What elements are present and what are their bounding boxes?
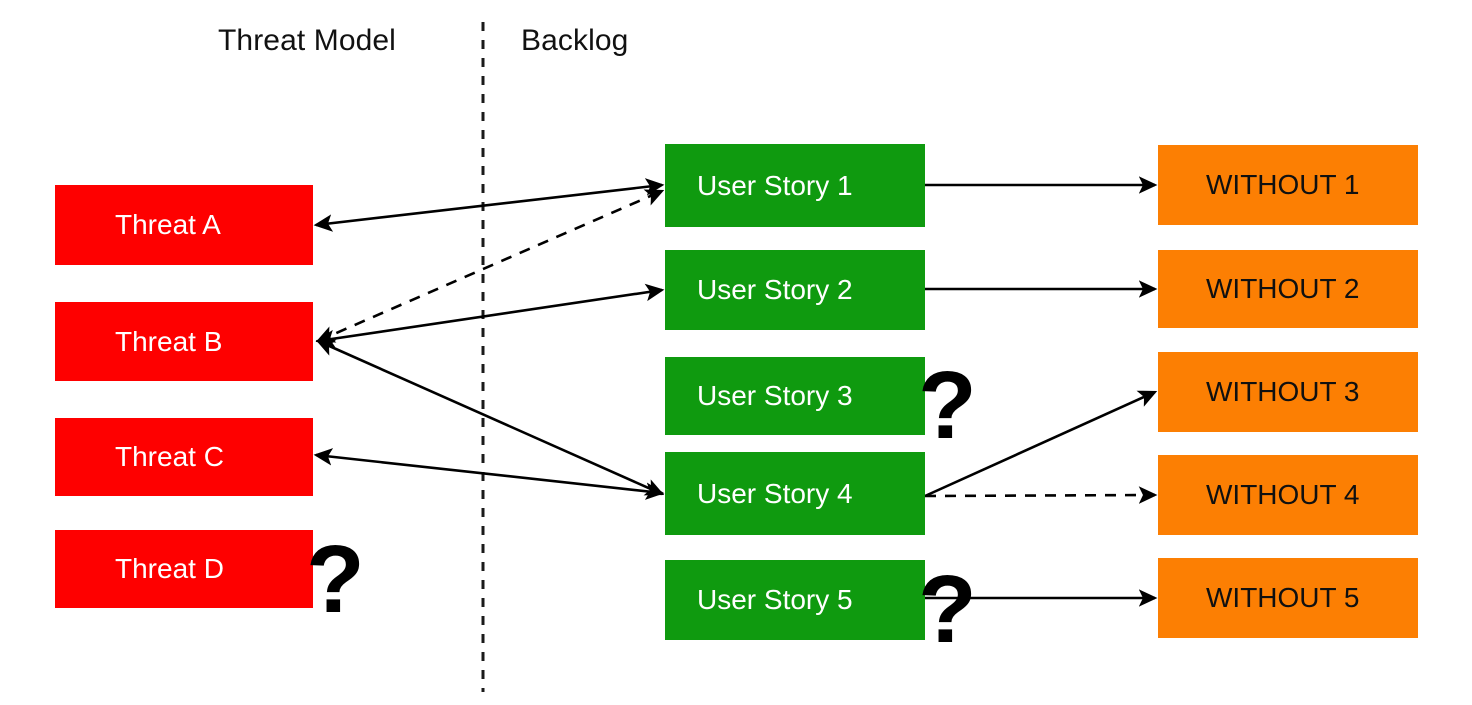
node-without-4-label: WITHOUT 4	[1206, 479, 1360, 510]
node-user-story-4[interactable]: User Story 4	[665, 452, 925, 535]
node-without-3-label: WITHOUT 3	[1206, 376, 1360, 407]
node-threat-d-label: Threat D	[115, 553, 224, 584]
node-without-2-label: WITHOUT 2	[1206, 273, 1360, 304]
node-threat-a-label: Threat A	[115, 209, 221, 240]
question-mark-icon-threat-d: ?	[306, 526, 365, 633]
node-user-story-5-label: User Story 5	[697, 584, 853, 615]
node-threat-c-label: Threat C	[115, 441, 224, 472]
node-without-5-label: WITHOUT 5	[1206, 582, 1360, 613]
edge-threat-b-user-story-1	[315, 189, 665, 343]
node-threat-d[interactable]: Threat D	[55, 530, 313, 608]
node-without-1-label: WITHOUT 1	[1206, 169, 1360, 200]
node-without-3[interactable]: WITHOUT 3	[1158, 352, 1418, 432]
edge-user-story-4-without-4	[924, 486, 1158, 504]
node-without-1[interactable]: WITHOUT 1	[1158, 145, 1418, 225]
node-user-story-3-label: User Story 3	[697, 380, 853, 411]
node-user-story-3[interactable]: User Story 3	[665, 357, 925, 435]
node-user-story-5[interactable]: User Story 5	[665, 560, 925, 640]
node-user-story-2-label: User Story 2	[697, 274, 853, 305]
edge-threat-a-user-story-1	[313, 178, 665, 232]
node-user-story-1-label: User Story 1	[697, 169, 853, 201]
edge-threat-b-user-story-4	[315, 339, 665, 496]
node-threat-b[interactable]: Threat B	[55, 302, 313, 381]
question-mark-icon-user-story-5: ?	[918, 556, 977, 663]
diagram-canvas: Threat Model Backlog Threat A Threat B T…	[0, 0, 1472, 705]
node-user-story-2[interactable]: User Story 2	[665, 250, 925, 330]
node-threat-b-label: Threat B	[115, 325, 223, 357]
node-threat-c[interactable]: Threat C	[55, 418, 313, 496]
edge-threat-c-user-story-4	[313, 448, 665, 500]
question-mark-icon-user-story-3: ?	[918, 352, 977, 459]
column-header-threat-model: Threat Model	[218, 24, 396, 57]
node-user-story-4-label: User Story 4	[697, 477, 853, 509]
node-without-5[interactable]: WITHOUT 5	[1158, 558, 1418, 638]
node-without-4[interactable]: WITHOUT 4	[1158, 455, 1418, 535]
node-without-2[interactable]: WITHOUT 2	[1158, 250, 1418, 328]
column-header-backlog: Backlog	[521, 24, 629, 57]
edge-threat-b-user-story-2	[315, 283, 665, 348]
node-threat-a[interactable]: Threat A	[55, 185, 313, 265]
node-user-story-1[interactable]: User Story 1	[665, 144, 925, 227]
